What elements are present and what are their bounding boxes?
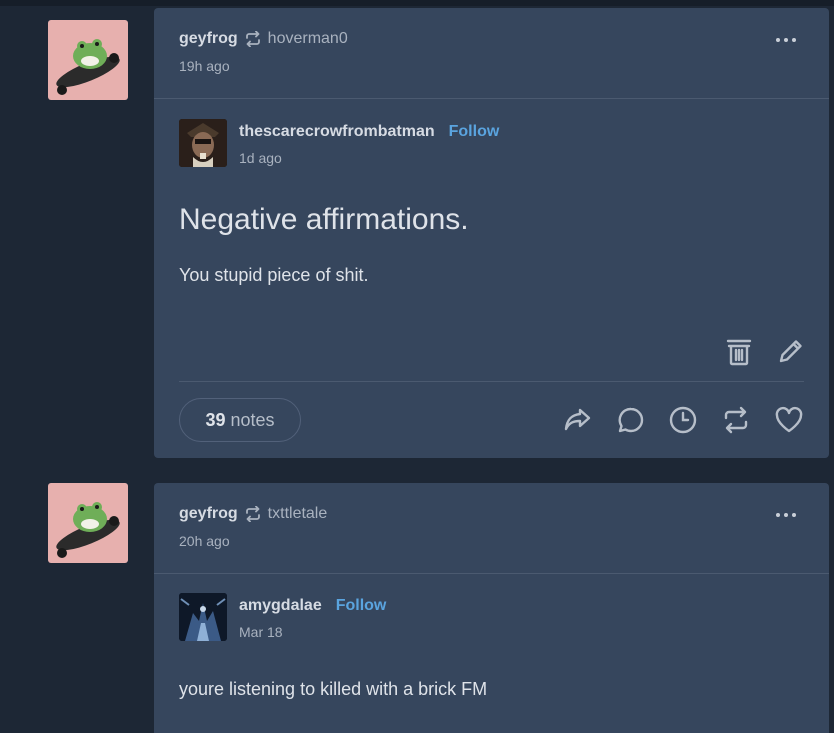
post-heading: Negative affirmations. — [179, 203, 469, 236]
trail-author-name[interactable]: amygdalae — [239, 597, 322, 614]
blog-avatar[interactable] — [48, 483, 128, 563]
top-edge — [0, 0, 834, 6]
trail-avatar[interactable] — [179, 593, 227, 641]
notes-button[interactable]: 39 notes — [179, 398, 301, 442]
edit-icon[interactable] — [777, 337, 805, 365]
post-author[interactable]: geyfrog — [179, 30, 238, 48]
trail-time[interactable]: Mar 18 — [239, 624, 283, 640]
trail-author: amygdalae Follow — [239, 597, 386, 615]
follow-button[interactable]: Follow — [336, 597, 387, 614]
frog-skateboard-icon — [56, 39, 120, 95]
trail-avatar[interactable] — [179, 119, 227, 167]
reblog-icon — [244, 31, 262, 47]
notes-label: notes — [230, 409, 275, 430]
byline: geyfrog txttletale — [179, 505, 327, 523]
post-body: youre listening to killed with a brick F… — [179, 679, 488, 699]
byline: geyfrog hoverman0 — [179, 30, 348, 48]
post-header: geyfrog txttletale 20h ago — [154, 483, 829, 574]
post-card: geyfrog hoverman0 19h ago thescarecrowfr… — [154, 8, 829, 458]
post-time[interactable]: 20h ago — [179, 533, 230, 549]
divider — [179, 381, 804, 382]
reblog-icon[interactable] — [721, 405, 751, 435]
post-card: geyfrog txttletale 20h ago amygdalae Foll… — [154, 483, 829, 733]
like-icon[interactable] — [774, 405, 804, 435]
delete-icon[interactable] — [726, 338, 752, 366]
queue-icon[interactable] — [668, 405, 698, 435]
trail-author: thescarecrowfrombatman Follow — [239, 123, 499, 141]
reblog-trail: amygdalae Follow Mar 18 youre listening t… — [154, 574, 829, 733]
post-time[interactable]: 19h ago — [179, 58, 230, 74]
frog-skateboard-icon — [56, 502, 120, 558]
post-body: You stupid piece of shit. — [179, 265, 369, 285]
more-options-icon[interactable] — [776, 513, 796, 517]
reblog-trail: thescarecrowfrombatman Follow 1d ago Nega… — [154, 99, 829, 458]
follow-button[interactable]: Follow — [449, 123, 500, 140]
reblog-icon — [244, 506, 262, 522]
post-header: geyfrog hoverman0 19h ago — [154, 8, 829, 99]
reblogged-from[interactable]: hoverman0 — [268, 30, 348, 48]
blog-avatar[interactable] — [48, 20, 128, 100]
post-author[interactable]: geyfrog — [179, 505, 238, 523]
trail-time[interactable]: 1d ago — [239, 150, 282, 166]
share-icon[interactable] — [563, 405, 593, 435]
trail-author-name[interactable]: thescarecrowfrombatman — [239, 123, 435, 140]
more-options-icon[interactable] — [776, 38, 796, 42]
notes-count: 39 — [205, 409, 226, 430]
reblogged-from[interactable]: txttletale — [268, 505, 328, 523]
reply-icon[interactable] — [616, 405, 646, 435]
